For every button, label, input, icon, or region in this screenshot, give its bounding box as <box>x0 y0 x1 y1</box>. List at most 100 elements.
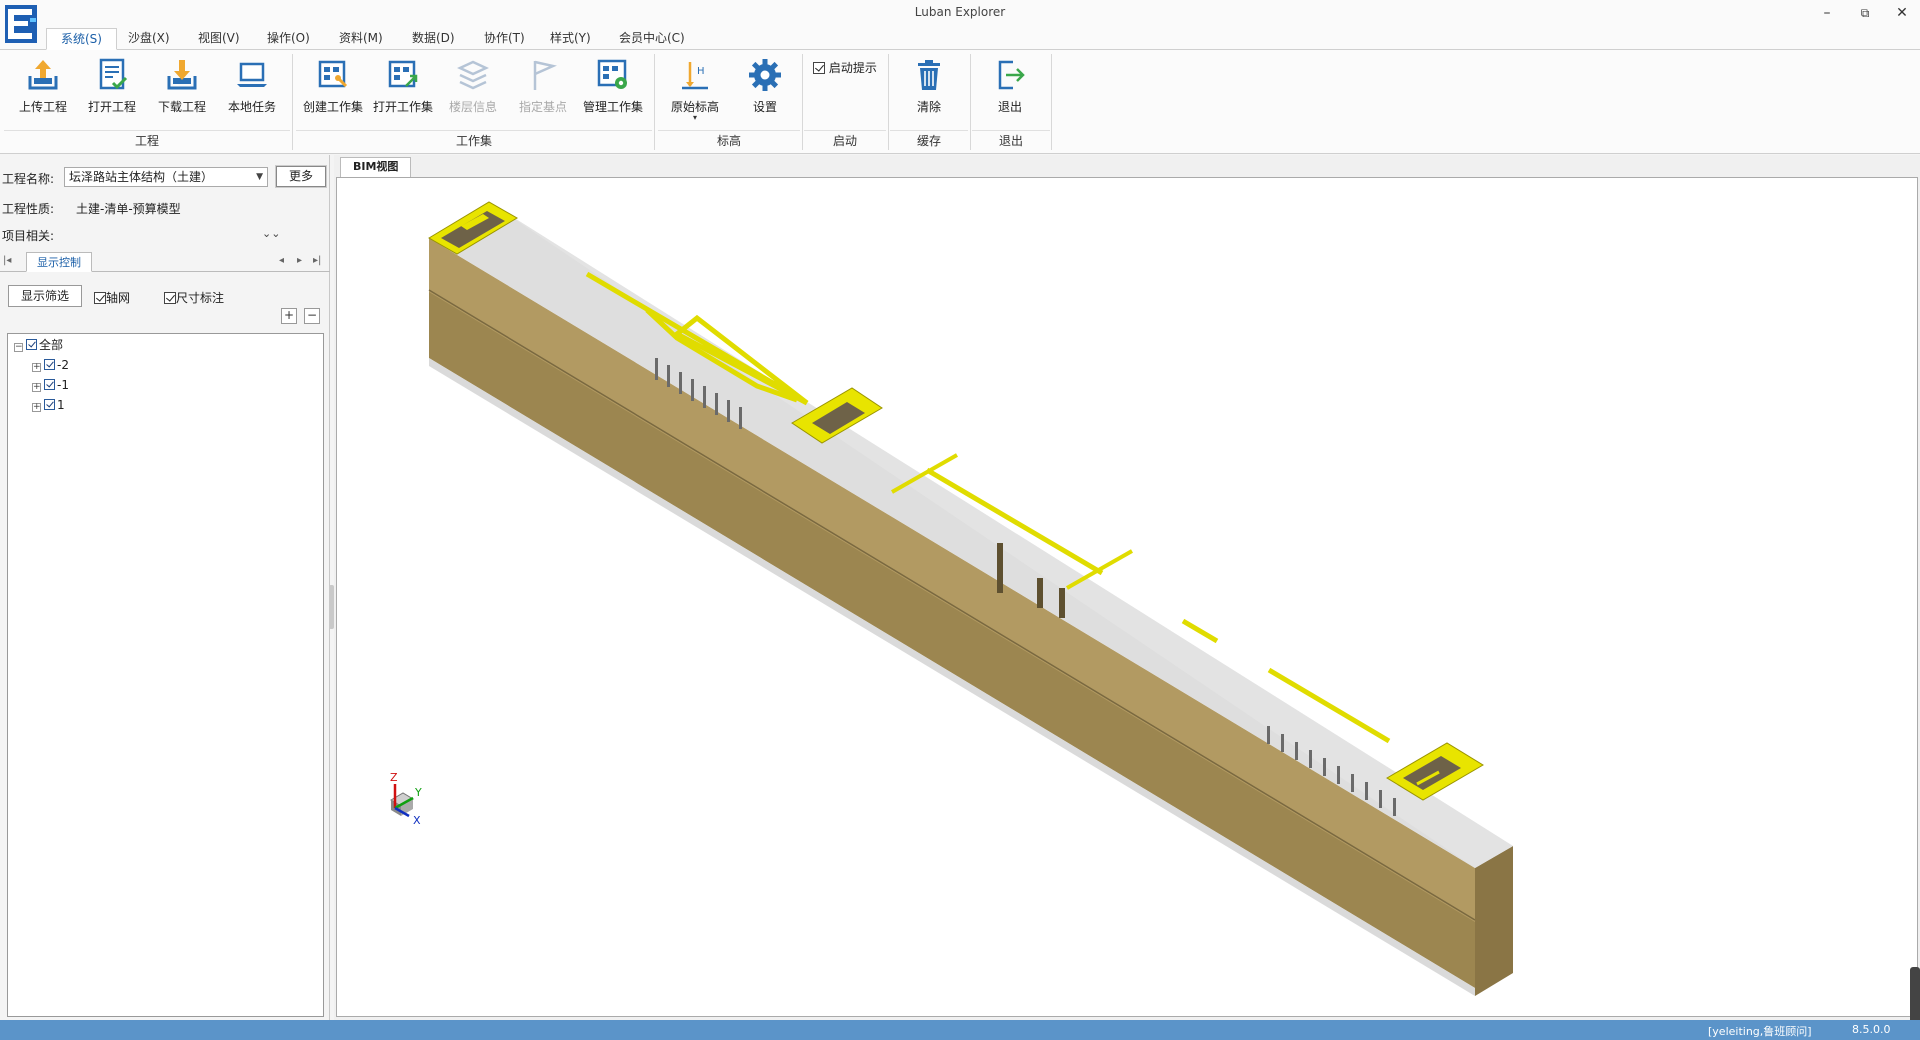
open-project-button[interactable]: 打开工程 <box>77 56 147 122</box>
menu-tab-material[interactable]: 资料(M) <box>325 28 397 50</box>
menu-tab-view[interactable]: 视图(V) <box>184 28 254 50</box>
origin-elevation-button[interactable]: H 原始标高 ▾ <box>660 56 730 122</box>
tab-bim-view[interactable]: BIM视图 <box>340 157 412 177</box>
model-side-upper <box>429 238 1475 922</box>
more-button[interactable]: 更多 <box>275 165 327 188</box>
app-logo-icon[interactable] <box>4 4 38 44</box>
model-joint <box>1037 578 1043 608</box>
menu-tab-system[interactable]: 系统(S) <box>46 28 117 50</box>
axis-z-label: Z <box>390 771 398 784</box>
group-label-cache: 缓存 <box>916 134 941 148</box>
manage-workset-button[interactable]: 管理工作集 <box>578 56 648 122</box>
ribbon-toolbar: 上传工程 打开工程 下载工程 本地任务 工程 创建工作集 打开工作集 楼层信息 … <box>0 50 1920 154</box>
viewport-scroll-handle[interactable] <box>1910 967 1920 1027</box>
view-area: BIM视图 Z Y X <box>334 155 1920 1027</box>
collapse-all-button[interactable]: − <box>304 308 320 324</box>
model-end-face <box>1475 846 1513 996</box>
tree-node-label: 1 <box>57 398 65 412</box>
project-type-value: 土建-清单-预算模型 <box>76 202 181 216</box>
tab-display-control[interactable]: 显示控制 <box>26 252 92 272</box>
exit-label: 退出 <box>997 100 1022 114</box>
chevron-down-icon: ▼ <box>256 172 263 182</box>
clear-cache-button[interactable]: 清除 <box>894 56 964 122</box>
checkbox-checked-icon <box>94 292 106 304</box>
prev-tab-icon[interactable]: ◂ <box>279 255 284 266</box>
double-chevron-down-icon[interactable]: ⌄⌄ <box>262 227 280 240</box>
local-task-button[interactable]: 本地任务 <box>217 56 287 122</box>
exit-button[interactable]: 退出 <box>975 56 1045 122</box>
model-base <box>429 358 1475 996</box>
create-workset-button[interactable]: 创建工作集 <box>298 56 368 122</box>
menu-tab-collab[interactable]: 协作(T) <box>470 28 539 50</box>
project-name-select[interactable]: 坛泽路站主体结构（土建） ▼ <box>64 167 268 187</box>
startup-tip-checkbox[interactable]: 启动提示 <box>813 59 877 76</box>
collapse-icon[interactable]: − <box>14 343 23 352</box>
tree-node-floor[interactable]: + -2 <box>32 356 69 374</box>
tree-node-floor[interactable]: +1 <box>32 396 65 414</box>
group-separator <box>970 54 971 150</box>
menu-tab-operation[interactable]: 操作(O) <box>253 28 324 50</box>
layers-icon <box>457 60 489 90</box>
restore-button[interactable]: ⧉ <box>1850 2 1880 24</box>
panel-tab-strip: |◂ 显示控制 ◂ ▸ ▸| <box>0 252 330 272</box>
group-separator <box>292 54 293 150</box>
expand-icon[interactable]: + <box>32 383 41 392</box>
last-tab-icon[interactable]: ▸| <box>313 255 321 266</box>
axis-x-label: X <box>413 814 421 827</box>
checkbox-checked-icon[interactable] <box>44 399 55 410</box>
next-tab-icon[interactable]: ▸ <box>297 255 302 266</box>
open-workset-button[interactable]: 打开工作集 <box>368 56 438 122</box>
expand-icon[interactable]: + <box>32 403 41 412</box>
upload-project-button[interactable]: 上传工程 <box>8 56 78 122</box>
download-project-button[interactable]: 下载工程 <box>147 56 217 122</box>
group-divider <box>890 130 968 131</box>
create-workset-icon <box>318 60 348 88</box>
tree-node-floor[interactable]: + -1 <box>32 376 69 394</box>
tree-node-label: -2 <box>57 358 69 372</box>
download-icon <box>167 60 197 90</box>
tree-node-root[interactable]: − 全部 <box>14 336 63 354</box>
manage-workset-label: 管理工作集 <box>582 100 643 114</box>
create-workset-label: 创建工作集 <box>302 100 363 114</box>
model-joint <box>997 543 1003 593</box>
group-separator <box>888 54 889 150</box>
checkbox-checked-icon[interactable] <box>26 339 37 350</box>
exit-icon <box>998 60 1025 90</box>
close-button[interactable]: ✕ <box>1887 2 1917 24</box>
floor-info-button[interactable]: 楼层信息 <box>438 56 508 122</box>
minimize-button[interactable]: – <box>1812 2 1842 24</box>
group-divider <box>972 130 1050 131</box>
group-separator <box>1051 54 1052 150</box>
upload-label: 上传工程 <box>18 100 67 114</box>
expand-all-button[interactable]: + <box>281 308 297 324</box>
dimension-checkbox[interactable]: 尺寸标注 <box>164 289 224 306</box>
axis-grid-checkbox[interactable]: 轴网 <box>94 289 130 306</box>
laptop-icon <box>237 62 267 87</box>
menu-tab-style[interactable]: 样式(Y) <box>536 28 605 50</box>
yellow-beam <box>1181 618 1219 644</box>
floor-info-label: 楼层信息 <box>448 100 497 114</box>
project-related-label: 项目相关: <box>2 229 55 243</box>
menu-tab-member[interactable]: 会员中心(C) <box>605 28 699 50</box>
menu-tab-sandbox[interactable]: 沙盘(X) <box>114 28 184 50</box>
display-filter-button[interactable]: 显示筛选 <box>8 285 82 307</box>
group-label-elevation: 标高 <box>716 134 741 148</box>
first-tab-icon[interactable]: |◂ <box>3 255 11 266</box>
flag-icon <box>533 60 557 90</box>
checkbox-checked-icon[interactable] <box>44 379 55 390</box>
settings-button[interactable]: 设置 <box>730 56 800 122</box>
bim-viewport[interactable]: Z Y X <box>336 177 1918 1017</box>
tree-node-label: -1 <box>57 378 69 392</box>
group-label-workset: 工作集 <box>455 134 492 148</box>
expand-icon[interactable]: + <box>32 363 41 372</box>
bim-model[interactable] <box>337 178 1918 1017</box>
left-panel: 工程名称: 坛泽路站主体结构（土建） ▼ 更多 工程性质: 土建-清单-预算模型… <box>0 155 330 1020</box>
axis-grid-label: 轴网 <box>106 291 131 305</box>
project-name-value: 坛泽路站主体结构（土建） <box>69 170 214 184</box>
set-basepoint-button[interactable]: 指定基点 <box>508 56 578 122</box>
group-divider <box>4 130 290 131</box>
model-side-lower <box>429 288 1475 988</box>
menu-tab-data[interactable]: 数据(D) <box>398 28 469 50</box>
checkbox-checked-icon[interactable] <box>44 359 55 370</box>
trash-icon <box>918 60 940 90</box>
